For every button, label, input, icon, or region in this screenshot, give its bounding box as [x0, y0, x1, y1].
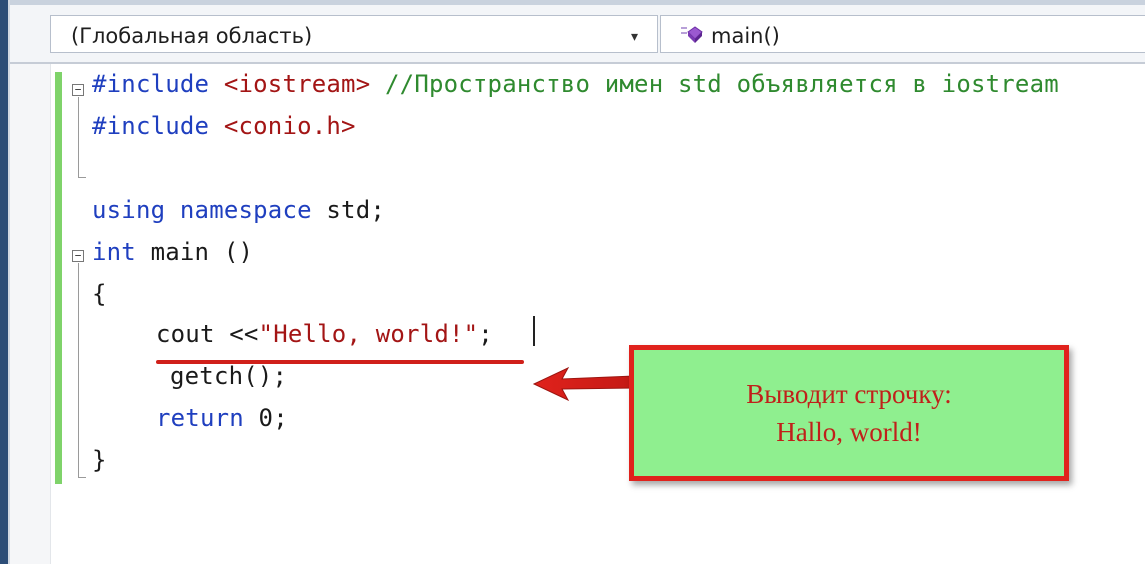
- header-name: <iostream>: [223, 70, 371, 98]
- fold-guide: [78, 97, 79, 177]
- code-text: {: [92, 280, 107, 308]
- collapse-icon[interactable]: −: [72, 250, 84, 262]
- collapse-icon[interactable]: −: [72, 84, 84, 96]
- code-text: std;: [311, 196, 385, 224]
- fold-guide-end: [78, 177, 86, 178]
- keyword: using namespace: [92, 196, 312, 224]
- code-line-cout: cout <<"Hello, world!";: [156, 320, 493, 348]
- text-caret: [533, 316, 535, 346]
- code-line-close-brace: }: [92, 446, 107, 474]
- code-editor[interactable]: − − #include <iostream> //Пространство и…: [10, 64, 1145, 564]
- fold-guide-end: [78, 477, 86, 478]
- scope-dropdown[interactable]: (Глобальная область) ▾: [50, 15, 658, 53]
- header-name: <conio.h>: [223, 112, 356, 140]
- red-arrow-annotation: [532, 366, 635, 402]
- member-dropdown-label: main(): [711, 24, 780, 48]
- preprocessor-directive: #include: [92, 112, 210, 140]
- code-line-return: return 0;: [156, 404, 288, 432]
- code-line-include-iostream: #include <iostream> //Пространство имен …: [92, 70, 1059, 98]
- code-line-include-conio: #include <conio.h>: [92, 112, 356, 140]
- callout-line-1: Выводит строчку:: [746, 379, 952, 409]
- red-underline-annotation: [156, 360, 524, 364]
- member-dropdown[interactable]: main(): [660, 15, 1145, 53]
- code-text: main (): [135, 238, 254, 266]
- code-text: 0;: [243, 404, 288, 432]
- preprocessor-directive: #include: [92, 70, 210, 98]
- code-line-getch: getch();: [170, 362, 287, 390]
- code-text: cout <<: [156, 320, 259, 348]
- navigation-bar: (Глобальная область) ▾ main(): [10, 5, 1145, 64]
- code-text: ;: [478, 320, 493, 348]
- editor-margin: [10, 64, 51, 564]
- fold-guide: [78, 263, 79, 477]
- keyword: int: [92, 238, 136, 266]
- scope-dropdown-label: (Глобальная область): [71, 24, 313, 48]
- visual-studio-editor-window: (Глобальная область) ▾ main() − − #inclu…: [0, 0, 1145, 564]
- chevron-down-icon[interactable]: ▾: [631, 28, 638, 45]
- code-text: getch();: [170, 362, 288, 390]
- code-line-using-namespace: using namespace std;: [92, 196, 385, 224]
- code-text: }: [92, 446, 107, 474]
- method-icon: [679, 23, 703, 45]
- keyword: return: [156, 404, 244, 432]
- string-literal: "Hello, world!": [258, 320, 479, 348]
- change-tracking-bar: [55, 72, 62, 484]
- callout-line-2: Hallo, world!: [776, 417, 922, 447]
- annotation-callout-box: Выводит строчку: Hallo, world!: [629, 345, 1069, 481]
- code-comment: //Пространство имен std объявляется в io…: [385, 70, 1059, 98]
- code-line-main-signature: int main (): [92, 238, 253, 266]
- window-left-border: [0, 0, 8, 564]
- code-line-open-brace: {: [92, 280, 107, 308]
